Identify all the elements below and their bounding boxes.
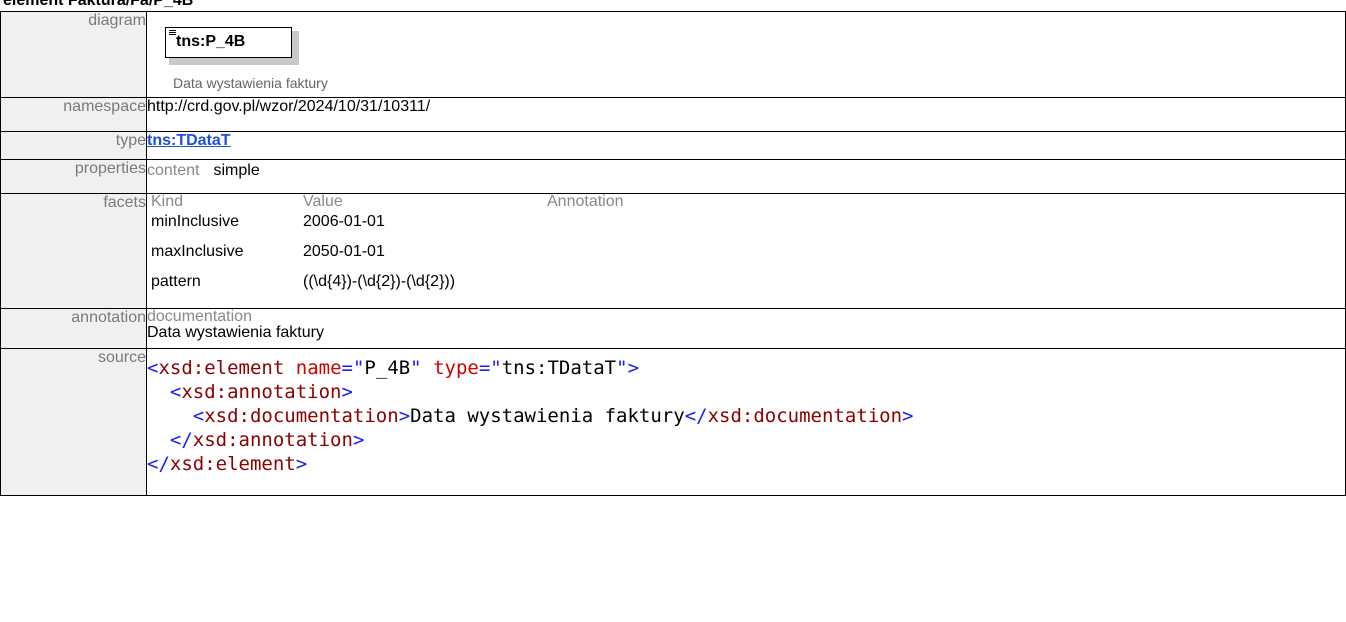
- label-annotation: annotation: [0, 308, 147, 349]
- facet-value: 2050-01-01: [303, 243, 385, 260]
- diagram-element-box[interactable]: tns:P_4B: [165, 27, 292, 58]
- type-link[interactable]: tns:TDataT: [147, 132, 231, 149]
- diagram-documentation: Data wystawienia faktury: [173, 75, 328, 91]
- namespace-value: http://crd.gov.pl/wzor/2024/10/31/10311/: [146, 97, 1346, 132]
- element-doc-table: diagram tns:P_4B Data wystawienia faktur…: [0, 11, 1346, 496]
- facet-value: ((\d{4})-(\d{2})-(\d{2})): [303, 273, 456, 290]
- label-properties: properties: [0, 159, 147, 194]
- annotation-cell: documentation Data wystawienia faktury: [146, 308, 1346, 349]
- properties-value: simple: [213, 162, 260, 179]
- facets-header-annotation: Annotation: [547, 193, 624, 210]
- facets-header: Kind Value Annotation: [147, 193, 1345, 213]
- source-cell: <xsd:element name="P_4B" type="tns:TData…: [146, 348, 1346, 496]
- facets-header-kind: Kind: [151, 193, 184, 210]
- source-code: <xsd:element name="P_4B" type="tns:TData…: [147, 353, 1345, 476]
- annotation-value: Data wystawienia faktury: [147, 324, 324, 341]
- source-line-4: </xsd:annotation>: [169, 429, 365, 451]
- row-properties: properties content simple: [0, 159, 1346, 194]
- diagram-element-name: tns:P_4B: [176, 33, 246, 50]
- facets-header-value: Value: [303, 193, 343, 210]
- row-namespace: namespace http://crd.gov.pl/wzor/2024/10…: [0, 97, 1346, 132]
- properties-cell: content simple: [146, 159, 1346, 194]
- row-facets: facets Kind Value Annotation minInclusiv…: [0, 193, 1346, 309]
- source-line-1: <xsd:element name="P_4B" type="tns:TData…: [147, 357, 640, 379]
- facet-row: minInclusive 2006-01-01: [147, 213, 1345, 243]
- row-type: type tns:TDataT: [0, 131, 1346, 160]
- facet-value: 2006-01-01: [303, 213, 385, 230]
- facet-kind: minInclusive: [151, 213, 240, 230]
- source-line-3: <xsd:documentation>Data wystawienia fakt…: [192, 405, 914, 427]
- facet-row: maxInclusive 2050-01-01: [147, 243, 1345, 273]
- source-line-2: <xsd:annotation>: [169, 381, 353, 403]
- facet-row: pattern ((\d{4})-(\d{2})-(\d{2})): [147, 273, 1345, 303]
- row-diagram: diagram tns:P_4B Data wystawienia faktur…: [0, 11, 1346, 98]
- diagram-cell: tns:P_4B Data wystawienia faktury: [146, 11, 1346, 98]
- element-diagram: tns:P_4B Data wystawienia faktury: [147, 12, 1345, 92]
- label-facets: facets: [0, 193, 147, 309]
- row-source: source <xsd:element name="P_4B" type="tn…: [0, 348, 1346, 496]
- label-diagram: diagram: [0, 11, 147, 98]
- label-namespace: namespace: [0, 97, 147, 132]
- facets-cell: Kind Value Annotation minInclusive 2006-…: [146, 193, 1346, 309]
- facet-kind: pattern: [151, 273, 201, 290]
- label-source: source: [0, 348, 147, 496]
- label-type: type: [0, 131, 147, 160]
- documentation-lines-icon: [169, 30, 176, 37]
- properties-key: content: [147, 162, 200, 179]
- row-annotation: annotation documentation Data wystawieni…: [0, 308, 1346, 349]
- facet-kind: maxInclusive: [151, 243, 244, 260]
- source-line-5: </xsd:element>: [147, 453, 308, 475]
